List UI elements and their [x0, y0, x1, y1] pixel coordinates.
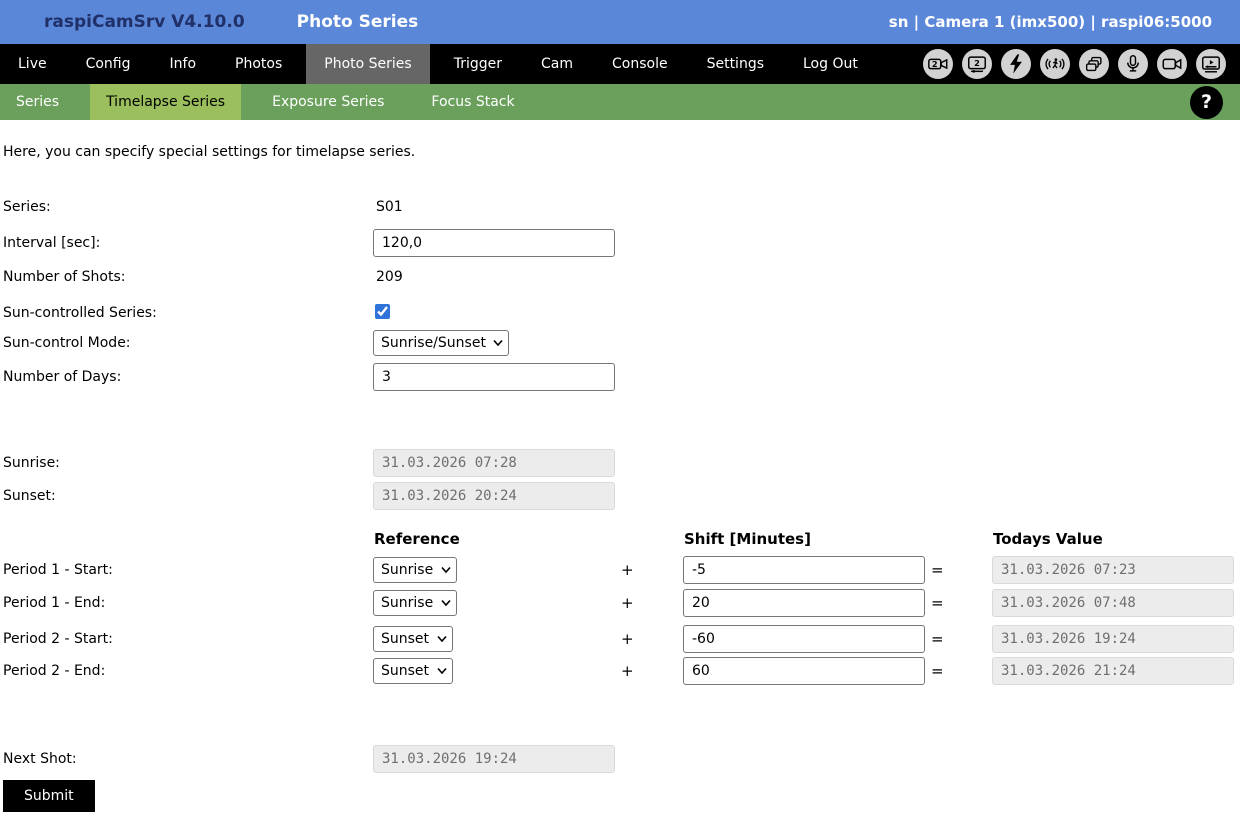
nav-item-photos[interactable]: Photos	[220, 44, 297, 84]
period2-start-todays-field	[992, 625, 1234, 653]
interval-input[interactable]	[373, 229, 615, 257]
page-title: Photo Series	[296, 12, 419, 32]
nav-item-config[interactable]: Config	[71, 44, 146, 84]
shift-column-header: Shift [Minutes]	[684, 530, 811, 548]
period2-start-shift-input[interactable]	[683, 625, 925, 653]
video-camera-icon[interactable]	[1157, 49, 1187, 79]
equals-sign: =	[931, 662, 944, 680]
nav-item-logout[interactable]: Log Out	[788, 44, 873, 84]
display-2-icon[interactable]: 2	[962, 49, 992, 79]
next-shot-field	[373, 745, 615, 773]
reference-column-header: Reference	[374, 530, 460, 548]
main-nav: Live Config Info Photos Photo Series Tri…	[0, 44, 1240, 84]
period2-end-todays-field	[992, 657, 1234, 685]
period2-end-shift-input[interactable]	[683, 657, 925, 685]
subnav-item-timelapse-series[interactable]: Timelapse Series	[90, 84, 242, 120]
period1-start-reference-select[interactable]: Sunrise	[373, 557, 457, 583]
period1-start-label: Period 1 - Start:	[3, 562, 113, 578]
help-icon[interactable]: ?	[1190, 85, 1223, 119]
period2-end-label: Period 2 - End:	[3, 663, 106, 679]
sun-controlled-checkbox[interactable]	[375, 303, 390, 319]
motion-detection-icon[interactable]	[1040, 49, 1070, 79]
nav-item-trigger[interactable]: Trigger	[439, 44, 517, 84]
period1-end-label: Period 1 - End:	[3, 595, 106, 611]
sunset-label: Sunset:	[3, 488, 56, 504]
sun-controlled-label: Sun-controlled Series:	[3, 305, 157, 321]
subnav-item-series[interactable]: Series	[0, 84, 75, 120]
equals-sign: =	[931, 561, 944, 579]
svg-text:2: 2	[932, 59, 938, 69]
period2-start-label: Period 2 - Start:	[3, 631, 113, 647]
plus-sign: +	[621, 630, 634, 648]
period1-end-shift-input[interactable]	[683, 589, 925, 617]
period2-end-reference-select[interactable]: Sunset	[373, 658, 453, 684]
intro-text: Here, you can specify special settings f…	[3, 144, 416, 160]
camera-status: sn | Camera 1 (imx500) | raspi06:5000	[888, 13, 1212, 31]
series-value: S01	[376, 199, 403, 215]
todays-value-column-header: Todays Value	[993, 530, 1103, 548]
shots-label: Number of Shots:	[3, 269, 126, 285]
submit-button[interactable]: Submit	[3, 780, 95, 812]
period2-start-reference-select[interactable]: Sunset	[373, 626, 453, 652]
flash-icon[interactable]	[1001, 49, 1031, 79]
sunrise-label: Sunrise:	[3, 455, 60, 471]
subnav-item-focus-stack[interactable]: Focus Stack	[415, 84, 530, 120]
period1-start-shift-input[interactable]	[683, 556, 925, 584]
microphone-icon[interactable]	[1118, 49, 1148, 79]
subnav-item-exposure-series[interactable]: Exposure Series	[256, 84, 400, 120]
sub-nav: Series Timelapse Series Exposure Series …	[0, 84, 1240, 120]
shots-value: 209	[376, 269, 403, 285]
nav-item-live[interactable]: Live	[3, 44, 62, 84]
interval-label: Interval [sec]:	[3, 235, 101, 251]
timelapse-settings-form: Here, you can specify special settings f…	[0, 144, 1240, 812]
app-title: raspiCamSrv V4.10.0	[44, 12, 245, 32]
sunset-value-field	[373, 482, 615, 510]
sun-mode-select[interactable]: Sunrise/Sunset	[373, 330, 509, 356]
sun-mode-label: Sun-control Mode:	[3, 335, 131, 351]
media-player-icon[interactable]	[1196, 49, 1226, 79]
period1-start-todays-field	[992, 556, 1234, 584]
photo-stack-icon[interactable]	[1079, 49, 1109, 79]
next-shot-label: Next Shot:	[3, 751, 77, 767]
nav-item-photo-series[interactable]: Photo Series	[306, 44, 430, 84]
sunrise-value-field	[373, 449, 615, 477]
equals-sign: =	[931, 630, 944, 648]
equals-sign: =	[931, 594, 944, 612]
svg-text:2: 2	[974, 58, 980, 68]
days-label: Number of Days:	[3, 369, 122, 385]
nav-item-console[interactable]: Console	[597, 44, 683, 84]
period1-end-todays-field	[992, 589, 1234, 617]
plus-sign: +	[621, 594, 634, 612]
camera-2-icon[interactable]: 2	[923, 49, 953, 79]
status-icon-row: 2 2	[923, 44, 1240, 84]
plus-sign: +	[621, 561, 634, 579]
nav-item-cam[interactable]: Cam	[526, 44, 588, 84]
nav-item-info[interactable]: Info	[155, 44, 212, 84]
app-header: raspiCamSrv V4.10.0 Photo Series sn | Ca…	[0, 0, 1240, 44]
plus-sign: +	[621, 662, 634, 680]
period1-end-reference-select[interactable]: Sunrise	[373, 590, 457, 616]
series-label: Series:	[3, 199, 51, 215]
nav-item-settings[interactable]: Settings	[692, 44, 779, 84]
days-input[interactable]	[373, 363, 615, 391]
